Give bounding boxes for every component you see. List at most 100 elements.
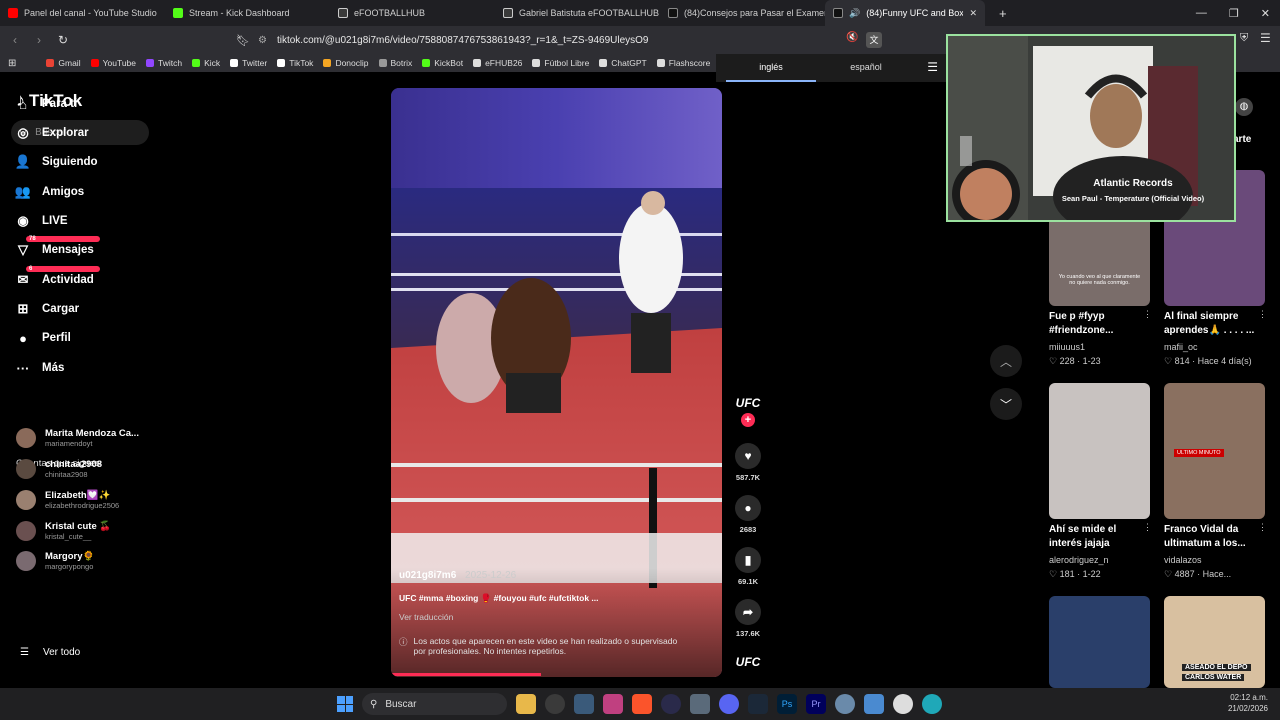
sidebar-item-actividad[interactable]: ✉ 6 Actividad: [14, 266, 100, 289]
related-video-thumbnail[interactable]: ASEADO EL DEPO CARLOS WATER: [1164, 596, 1265, 688]
bookmark-gmail[interactable]: Gmail: [46, 58, 81, 68]
media-icon[interactable]: [661, 694, 681, 714]
obs-icon[interactable]: [545, 694, 565, 714]
related-video-thumbnail[interactable]: ULTIMO MINUTO: [1164, 383, 1265, 519]
comment-button[interactable]: ● 2683: [728, 495, 768, 534]
bookmark-twitter[interactable]: Twitter: [230, 58, 267, 68]
related-video-title[interactable]: Franco Vidal da ultimatum a los...: [1164, 523, 1264, 551]
clock[interactable]: 02:12 a.m. 21/02/2026: [1228, 692, 1268, 714]
taskbar-search[interactable]: ⚲ Buscar: [362, 693, 507, 715]
bookmark-icon[interactable]: 🔖︎: [236, 34, 250, 47]
bookmark-kickbot[interactable]: KickBot: [422, 58, 463, 68]
next-video-button[interactable]: ﹀: [990, 388, 1022, 420]
following-item[interactable]: Marita Mendoza Ca... mariamendoyt: [16, 428, 139, 448]
bookmark-flashscore[interactable]: Flashscore: [656, 58, 710, 68]
bookmark-twitch[interactable]: Twitch: [146, 58, 182, 68]
new-tab-button[interactable]: +: [999, 6, 1007, 21]
settings-icon[interactable]: [835, 694, 855, 714]
bookmark-efhub26[interactable]: eFHUB26: [473, 58, 522, 68]
more-options-icon[interactable]: ⋮: [1143, 522, 1152, 533]
related-video-title[interactable]: Ahí se mide el interés jajaja: [1049, 523, 1149, 551]
sidebar-item-explorar[interactable]: ◎ Explorar: [14, 124, 88, 142]
save-button[interactable]: ▮ 69.1K: [728, 547, 768, 586]
more-options-icon[interactable]: ⋮: [1258, 309, 1267, 320]
discord-icon[interactable]: [719, 694, 739, 714]
prev-video-button[interactable]: ︿: [990, 345, 1022, 377]
following-item[interactable]: Margory🌻 margorypongo: [16, 551, 94, 571]
music-disc[interactable]: UFC: [728, 655, 768, 669]
site-info-icon[interactable]: ⚙: [258, 35, 267, 46]
more-options-icon[interactable]: ⋮: [1143, 309, 1152, 320]
bookmark-chatgpt[interactable]: ChatGPT: [599, 58, 647, 68]
tab-consejos[interactable]: (84)Consejos para Pasar el Examen c: [660, 0, 825, 26]
following-item[interactable]: Elizabeth💟✨ elizabethrodrigue2506: [16, 490, 119, 510]
video-player[interactable]: u021g8i7m6 2025-12-26 UFC #mma #boxing 🥊…: [391, 88, 722, 677]
globe-icon[interactable]: ◍: [1235, 98, 1253, 116]
lang-tab-english[interactable]: inglés: [726, 54, 816, 82]
shield-icon[interactable]: ⛨: [1240, 32, 1248, 45]
bookmark-donoclip[interactable]: Donoclip: [323, 58, 369, 68]
sidebar-item-perfil[interactable]: ● Perfil: [14, 329, 71, 347]
bookmark-tiktok[interactable]: TikTok: [277, 58, 313, 68]
bookmark-botrix[interactable]: Botrix: [378, 58, 412, 68]
bookmark-kick[interactable]: Kick: [192, 58, 220, 68]
sidebar-item-siguiendo[interactable]: 👤 Siguiendo: [14, 153, 98, 171]
translate-link[interactable]: Ver traducción: [399, 612, 453, 622]
minimize-button[interactable]: —: [1196, 7, 1207, 19]
forward-icon[interactable]: ›: [30, 33, 48, 47]
related-video-title[interactable]: Fue p #fyyp #friendzone...: [1049, 310, 1149, 338]
more-options-icon[interactable]: ⋮: [1258, 522, 1267, 533]
sidebar-item-amigos[interactable]: 👥 Amigos: [14, 183, 84, 201]
tab-funny-ufc[interactable]: 🔊 (84)Funny UFC and Boxing M ✕: [825, 0, 985, 26]
tab-efootballhub[interactable]: eFOOTBALLHUB: [330, 0, 495, 26]
edge-icon[interactable]: [922, 694, 942, 714]
close-icon[interactable]: ✕: [969, 8, 977, 19]
file-explorer-icon[interactable]: [516, 694, 536, 714]
like-button[interactable]: ♥ 587.7K: [728, 443, 768, 482]
tab-batistuta[interactable]: Gabriel Batistuta eFOOTBALLHUB Jug: [495, 0, 660, 26]
tab-youtube-studio[interactable]: Panel del canal - YouTube Studio: [0, 0, 165, 26]
sidebar-item-más[interactable]: ··· Más: [14, 359, 65, 377]
premiere-icon[interactable]: Pr: [806, 694, 826, 714]
maximize-button[interactable]: ❐: [1229, 7, 1239, 20]
player-icon[interactable]: [893, 694, 913, 714]
steam-icon[interactable]: [748, 694, 768, 714]
apps-grid-icon[interactable]: ⊞: [8, 58, 16, 69]
notepad-icon[interactable]: [864, 694, 884, 714]
tab-kick-dashboard[interactable]: Stream - Kick Dashboard: [165, 0, 330, 26]
related-video-user[interactable]: mafii_oc: [1164, 342, 1198, 352]
sidebar-item-mensajes[interactable]: ▽ 78 Mensajes: [14, 236, 100, 259]
related-video-user[interactable]: alerodriguez_n: [1049, 555, 1109, 565]
bookmark-futbol-libre[interactable]: Fútbol Libre: [532, 58, 589, 68]
app-icon[interactable]: [574, 694, 594, 714]
sidebar-item-cargar[interactable]: ⊞ Cargar: [14, 300, 80, 318]
sidebar-item-para-ti[interactable]: ⌂ Para ti: [14, 95, 77, 113]
back-icon[interactable]: ‹: [6, 33, 24, 47]
start-button[interactable]: [337, 696, 353, 712]
following-item[interactable]: chinitaa2908 chinitaa2908: [16, 459, 102, 479]
photoshop-icon[interactable]: Ps: [777, 694, 797, 714]
related-video-user[interactable]: miiuuus1: [1049, 342, 1085, 352]
translate-menu-icon[interactable]: ☰: [927, 60, 938, 74]
share-button[interactable]: ➦ 137.6K: [728, 599, 768, 638]
calculator-icon[interactable]: [690, 694, 710, 714]
mute-icon[interactable]: 🔇: [846, 32, 858, 43]
related-video-title[interactable]: Al final siempre aprendes🙏 . . . . ...: [1164, 310, 1264, 338]
related-video-user[interactable]: vidalazos: [1164, 555, 1202, 565]
sidebar-item-live[interactable]: ◉ LIVE: [14, 212, 67, 230]
author-name[interactable]: u021g8i7m6: [399, 570, 456, 581]
related-video-thumbnail[interactable]: [1049, 596, 1150, 688]
app-icon[interactable]: [603, 694, 623, 714]
translate-icon[interactable]: 文: [866, 32, 882, 48]
following-item[interactable]: Kristal cute 🍒 kristal_cute__: [16, 521, 111, 541]
reload-icon[interactable]: ↻: [54, 33, 72, 47]
url-field[interactable]: ⚙ tiktok.com/@u021g8i7m6/video/758808747…: [258, 30, 948, 50]
bookmark-youtube[interactable]: YouTube: [90, 58, 136, 68]
close-window-button[interactable]: ✕: [1261, 7, 1270, 20]
brave-icon[interactable]: [632, 694, 652, 714]
follow-button[interactable]: +: [741, 413, 755, 427]
see-all-link[interactable]: ☰ Ver todo: [20, 647, 80, 658]
menu-icon[interactable]: ☰: [1260, 31, 1271, 45]
creator-avatar[interactable]: UFC +: [728, 396, 768, 427]
related-video-thumbnail[interactable]: [1049, 383, 1150, 519]
